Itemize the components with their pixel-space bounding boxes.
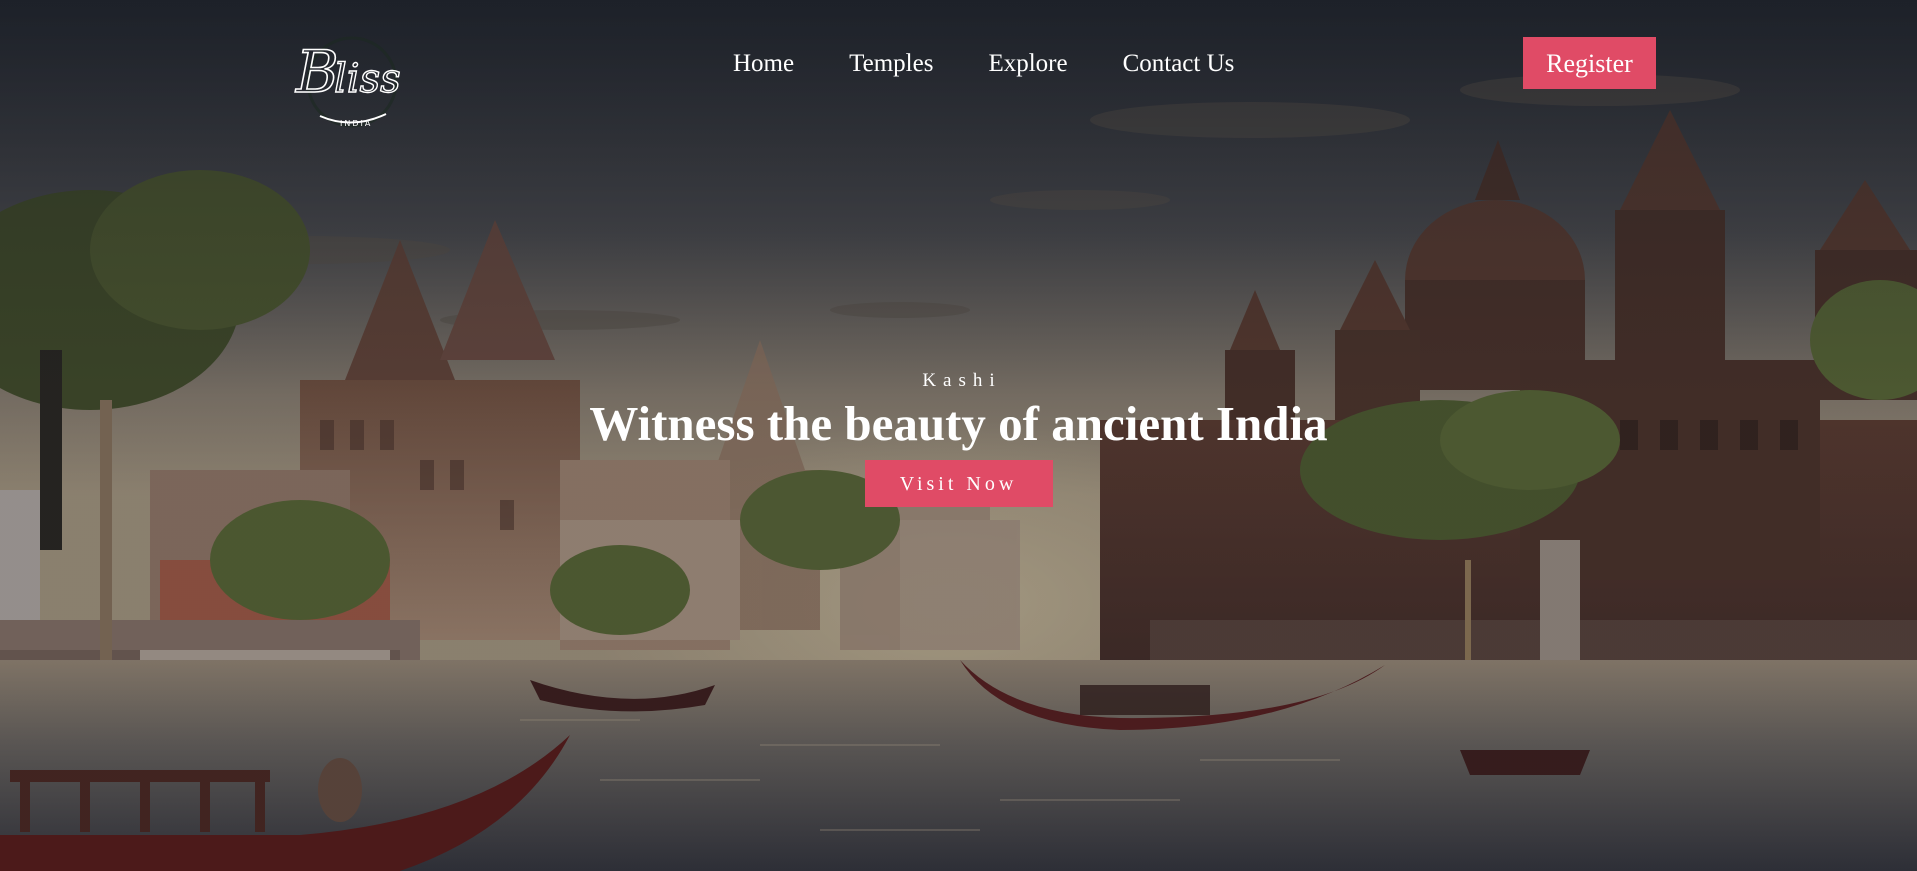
register-button[interactable]: Register — [1523, 37, 1656, 89]
brand-logo[interactable]: B liss INDIA — [290, 30, 420, 134]
nav-link-explore[interactable]: Explore — [988, 46, 1067, 82]
svg-text:liss: liss — [334, 56, 401, 102]
hero-section: B liss INDIA Home Temples Explore Contac… — [0, 0, 1917, 871]
hero-content: Kashi Witness the beauty of ancient Indi… — [0, 368, 1917, 507]
svg-text:B: B — [295, 38, 339, 106]
nav-link-home[interactable]: Home — [733, 46, 794, 82]
nav-link-temples[interactable]: Temples — [849, 46, 933, 82]
visit-now-button[interactable]: Visit Now — [864, 460, 1053, 507]
nav-link-contact-us[interactable]: Contact Us — [1123, 46, 1235, 82]
hero-headline: Witness the beauty of ancient India — [589, 396, 1328, 451]
svg-text:INDIA: INDIA — [340, 119, 372, 128]
navbar: B liss INDIA Home Temples Explore Contac… — [0, 0, 1917, 128]
bliss-india-logo-icon: B liss INDIA — [294, 36, 401, 128]
hero-eyebrow: Kashi — [922, 370, 1002, 391]
main-nav: Home Temples Explore Contact Us — [733, 46, 1234, 82]
